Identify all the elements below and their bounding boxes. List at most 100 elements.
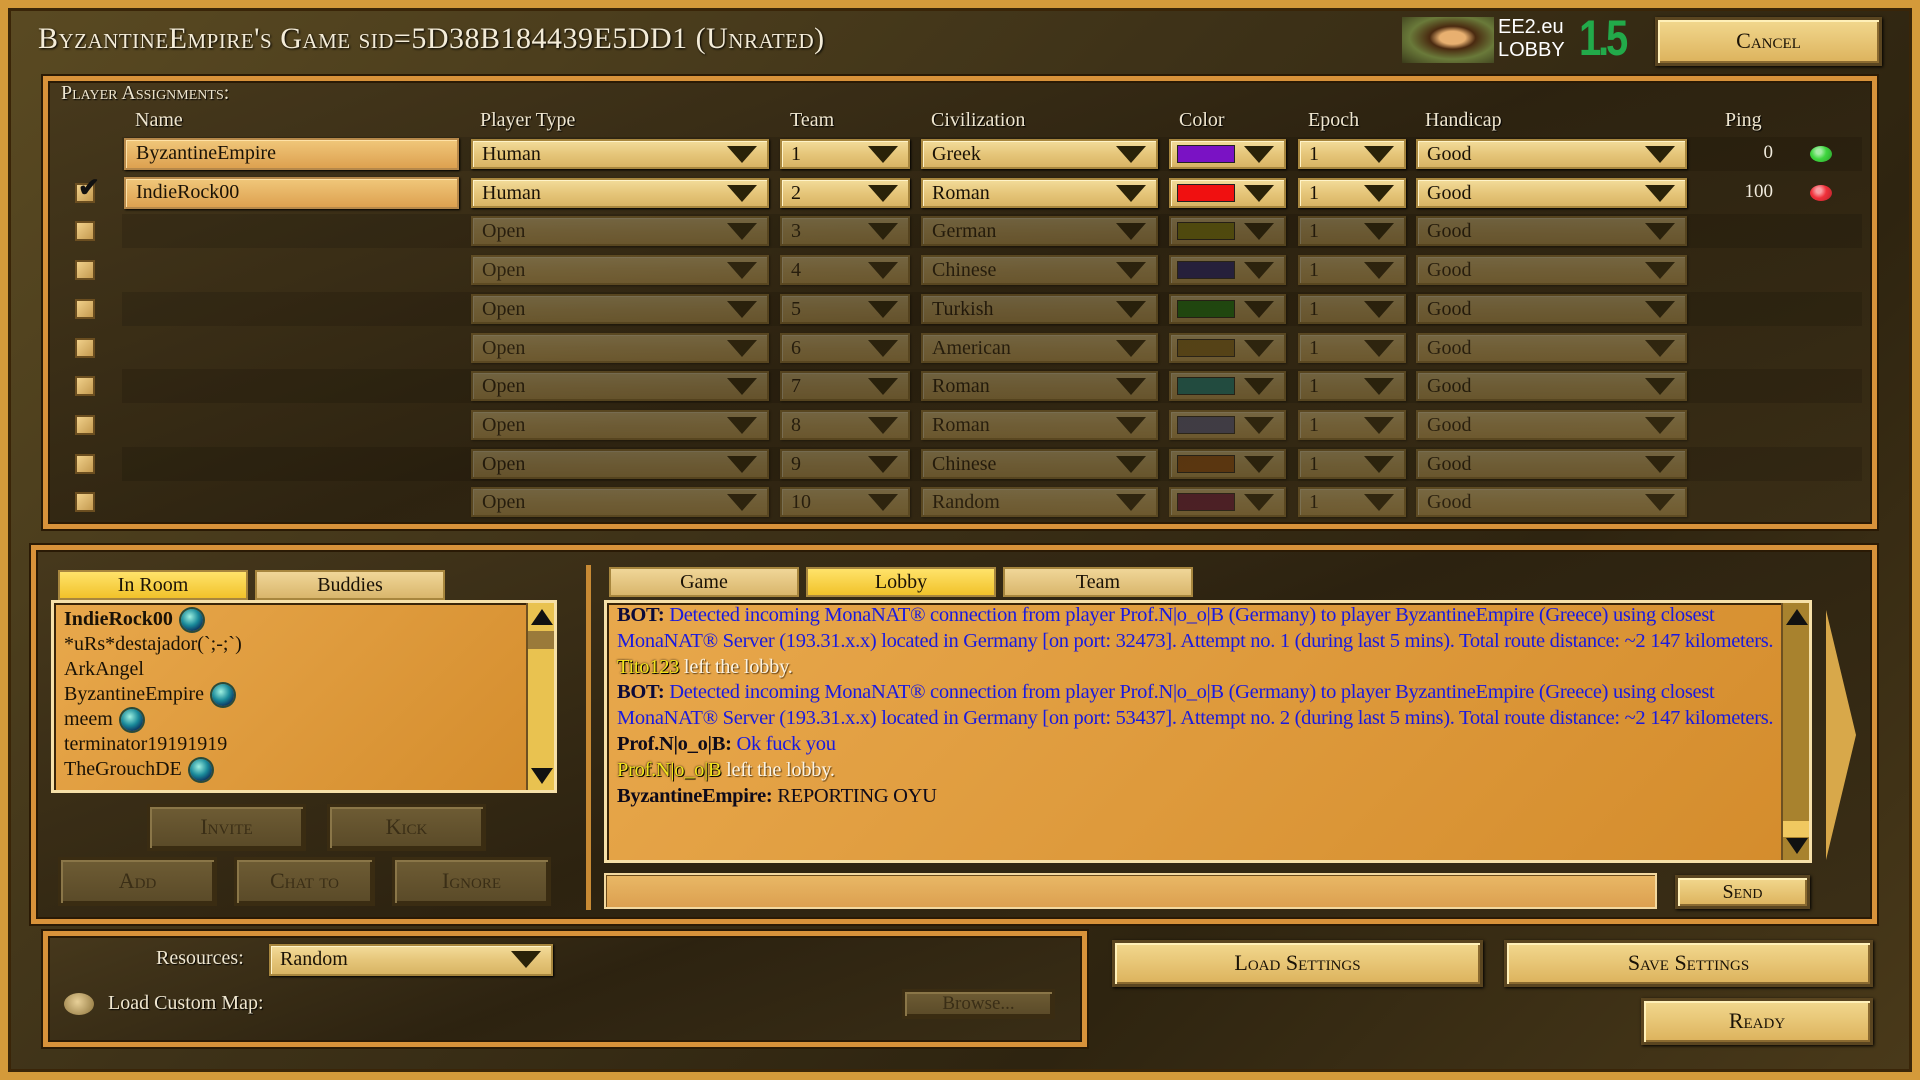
- tab-lobby[interactable]: Lobby: [806, 567, 996, 597]
- resources-dropdown[interactable]: Random: [269, 944, 553, 976]
- handicap-dropdown[interactable]: Good: [1416, 448, 1687, 479]
- civilization-dropdown[interactable]: Chinese: [921, 448, 1158, 479]
- handicap-dropdown[interactable]: Good: [1416, 371, 1687, 402]
- player-list-item[interactable]: terminator19191919: [64, 732, 242, 757]
- team-dropdown[interactable]: 7: [780, 371, 910, 402]
- color-dropdown[interactable]: [1169, 487, 1286, 518]
- player-name-field[interactable]: IndieRock00: [124, 176, 459, 209]
- scroll-down-arrow-icon[interactable]: [531, 768, 553, 784]
- player-type-dropdown[interactable]: Open: [471, 371, 769, 402]
- color-dropdown[interactable]: [1169, 216, 1286, 247]
- scroll-up-arrow-icon[interactable]: [531, 609, 553, 625]
- chat-scrollbar[interactable]: [1781, 603, 1809, 860]
- player-type-dropdown[interactable]: Open: [471, 216, 769, 247]
- player-list-item[interactable]: ArkAngel: [64, 657, 242, 682]
- tab-team[interactable]: Team: [1003, 567, 1193, 597]
- chat-to-button[interactable]: Chat to: [234, 857, 375, 906]
- ready-button[interactable]: Ready: [1641, 998, 1873, 1045]
- civilization-dropdown[interactable]: Turkish: [921, 293, 1158, 324]
- team-dropdown[interactable]: 3: [780, 216, 910, 247]
- send-button[interactable]: Send: [1675, 875, 1810, 909]
- epoch-dropdown[interactable]: 1: [1298, 177, 1406, 208]
- invite-button[interactable]: Invite: [147, 804, 306, 851]
- epoch-dropdown[interactable]: 1: [1298, 371, 1406, 402]
- tab-buddies[interactable]: Buddies: [255, 570, 445, 600]
- color-dropdown[interactable]: [1169, 409, 1286, 440]
- player-checkbox[interactable]: [75, 376, 95, 397]
- handicap-dropdown[interactable]: Good: [1416, 255, 1687, 286]
- browse-button[interactable]: Browse...: [902, 989, 1055, 1019]
- player-checkbox[interactable]: [75, 414, 95, 435]
- handicap-dropdown[interactable]: Good: [1416, 177, 1687, 208]
- add-button[interactable]: Add: [58, 857, 217, 906]
- chat-input[interactable]: [604, 873, 1657, 909]
- player-name-field[interactable]: ByzantineEmpire: [124, 138, 459, 170]
- ignore-button[interactable]: Ignore: [392, 857, 551, 906]
- team-dropdown[interactable]: 5: [780, 293, 910, 324]
- player-list-item[interactable]: TheGrouchDE: [64, 757, 242, 782]
- civilization-dropdown[interactable]: Roman: [921, 177, 1158, 208]
- player-list-item[interactable]: *uRs*destajador(`;-;`): [64, 632, 242, 657]
- color-dropdown[interactable]: [1169, 177, 1286, 208]
- epoch-dropdown[interactable]: 1: [1298, 448, 1406, 479]
- player-list-scrollbar[interactable]: [526, 603, 554, 790]
- player-checkbox[interactable]: ✔: [75, 173, 100, 203]
- epoch-dropdown[interactable]: 1: [1298, 332, 1406, 363]
- color-dropdown[interactable]: [1169, 139, 1286, 169]
- civilization-dropdown[interactable]: Roman: [921, 371, 1158, 402]
- player-type-dropdown[interactable]: Open: [471, 255, 769, 286]
- color-dropdown[interactable]: [1169, 293, 1286, 324]
- player-type-dropdown[interactable]: Human: [471, 177, 769, 208]
- player-type-dropdown[interactable]: Open: [471, 448, 769, 479]
- player-type-dropdown[interactable]: Open: [471, 409, 769, 440]
- scroll-down-arrow-icon[interactable]: [1786, 838, 1808, 854]
- handicap-dropdown[interactable]: Good: [1416, 293, 1687, 324]
- player-checkbox[interactable]: [75, 221, 95, 242]
- cancel-button[interactable]: Cancel: [1655, 17, 1882, 66]
- color-dropdown[interactable]: [1169, 255, 1286, 286]
- civilization-dropdown[interactable]: Greek: [921, 139, 1158, 169]
- handicap-dropdown[interactable]: Good: [1416, 332, 1687, 363]
- scroll-up-arrow-icon[interactable]: [1786, 609, 1808, 625]
- player-checkbox[interactable]: [75, 298, 95, 319]
- epoch-dropdown[interactable]: 1: [1298, 216, 1406, 247]
- color-dropdown[interactable]: [1169, 332, 1286, 363]
- tab-game[interactable]: Game: [609, 567, 799, 597]
- player-type-dropdown[interactable]: Open: [471, 487, 769, 518]
- civilization-dropdown[interactable]: American: [921, 332, 1158, 363]
- kick-button[interactable]: Kick: [327, 804, 486, 851]
- save-settings-button[interactable]: Save Settings: [1504, 940, 1873, 987]
- player-list-item[interactable]: meem: [64, 707, 242, 732]
- player-type-dropdown[interactable]: Open: [471, 293, 769, 324]
- handicap-dropdown[interactable]: Good: [1416, 216, 1687, 247]
- handicap-dropdown[interactable]: Good: [1416, 409, 1687, 440]
- team-dropdown[interactable]: 9: [780, 448, 910, 479]
- team-dropdown[interactable]: 10: [780, 487, 910, 518]
- civilization-dropdown[interactable]: Roman: [921, 409, 1158, 440]
- team-dropdown[interactable]: 4: [780, 255, 910, 286]
- epoch-dropdown[interactable]: 1: [1298, 139, 1406, 169]
- epoch-dropdown[interactable]: 1: [1298, 255, 1406, 286]
- chat-log[interactable]: BOT: Detected incoming MonaNAT® connecti…: [604, 600, 1812, 863]
- player-type-dropdown[interactable]: Open: [471, 332, 769, 363]
- player-type-dropdown[interactable]: Human: [471, 139, 769, 169]
- player-list-item[interactable]: IndieRock00: [64, 607, 242, 632]
- player-checkbox[interactable]: [75, 453, 95, 474]
- epoch-dropdown[interactable]: 1: [1298, 409, 1406, 440]
- handicap-dropdown[interactable]: Good: [1416, 139, 1687, 169]
- scroll-thumb[interactable]: [1783, 821, 1809, 837]
- player-checkbox[interactable]: [75, 492, 95, 513]
- custom-map-radio[interactable]: [64, 993, 94, 1015]
- player-checkbox[interactable]: [75, 260, 95, 281]
- team-dropdown[interactable]: 6: [780, 332, 910, 363]
- color-dropdown[interactable]: [1169, 448, 1286, 479]
- player-checkbox[interactable]: [75, 337, 95, 358]
- team-dropdown[interactable]: 2: [780, 177, 910, 208]
- expand-arrow-icon[interactable]: [1826, 610, 1856, 860]
- civilization-dropdown[interactable]: Chinese: [921, 255, 1158, 286]
- civilization-dropdown[interactable]: Random: [921, 487, 1158, 518]
- epoch-dropdown[interactable]: 1: [1298, 293, 1406, 324]
- player-list-item[interactable]: ByzantineEmpire: [64, 682, 242, 707]
- load-settings-button[interactable]: Load Settings: [1112, 940, 1483, 987]
- scroll-thumb[interactable]: [528, 631, 554, 649]
